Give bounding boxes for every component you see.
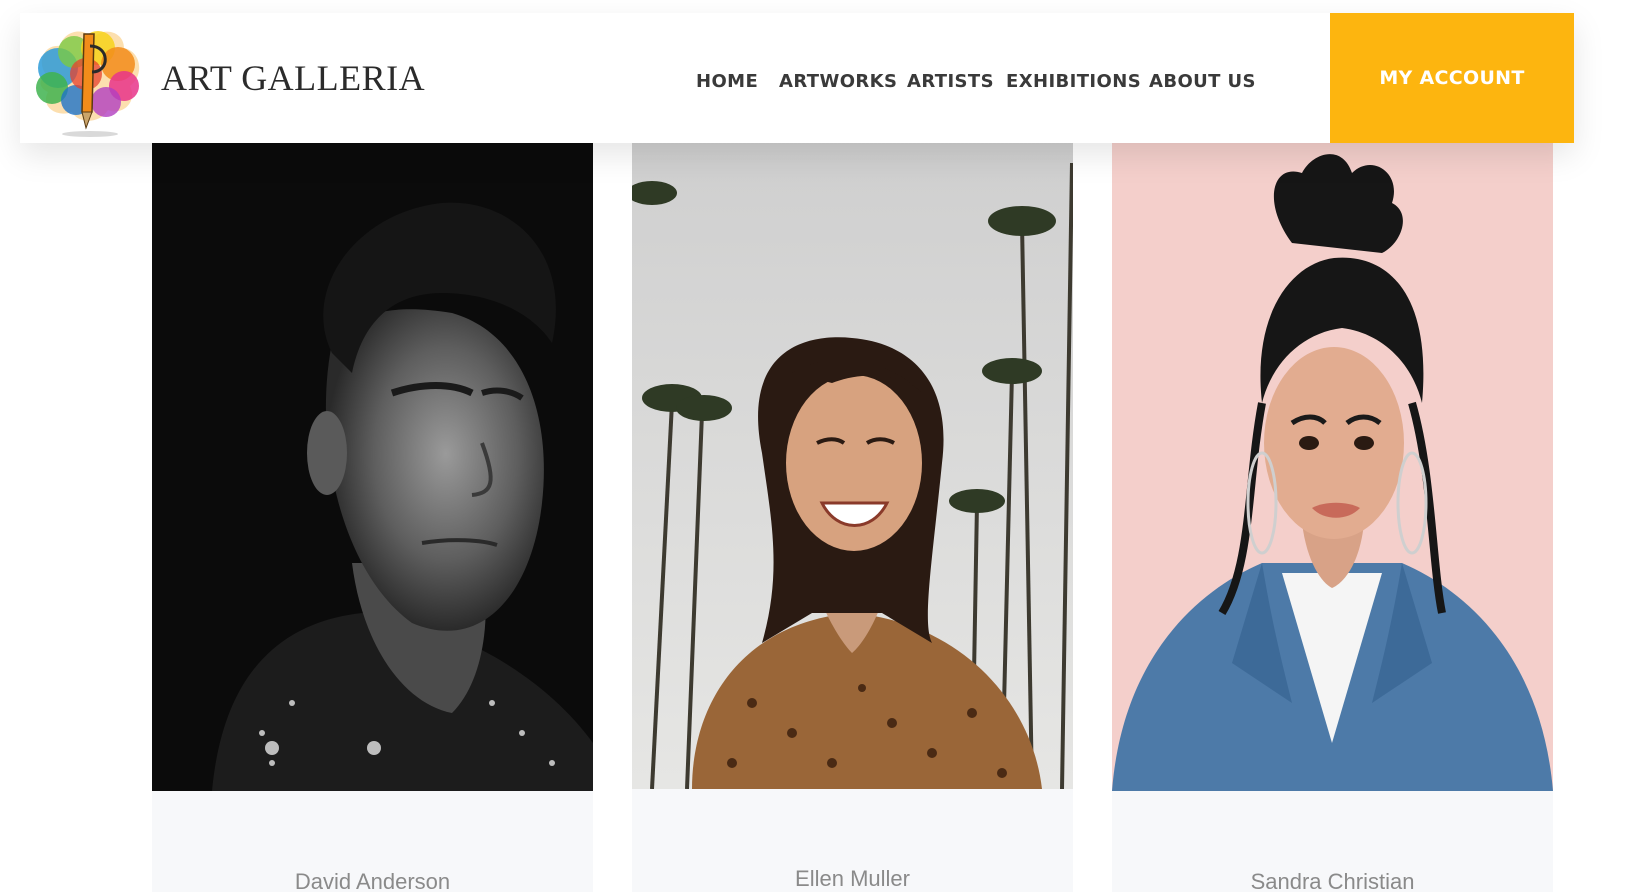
artist-card[interactable]: Ellen Muller: [632, 143, 1073, 892]
artist-name[interactable]: Sandra Christian: [1112, 869, 1553, 892]
paint-splash-logo-icon: [36, 31, 140, 137]
artist-card[interactable]: David Anderson: [152, 143, 593, 892]
artist-name[interactable]: David Anderson: [152, 869, 593, 892]
nav-item-about-us[interactable]: ABOUT US: [1149, 71, 1256, 92]
artist-photo[interactable]: [1112, 143, 1553, 791]
my-account-button[interactable]: MY ACCOUNT: [1330, 13, 1574, 143]
portrait-image: [152, 143, 593, 791]
artist-photo[interactable]: [152, 143, 593, 791]
brand-name: ART GALLERIA: [161, 58, 426, 98]
site-header: ART GALLERIA HOME ARTWORKS ARTISTS EXHIB…: [20, 13, 1574, 143]
artist-photo[interactable]: [632, 143, 1073, 789]
artist-card[interactable]: Sandra Christian: [1112, 143, 1553, 892]
portrait-image: [1112, 143, 1553, 791]
nav-item-artworks[interactable]: ARTWORKS: [779, 71, 897, 92]
nav-item-home[interactable]: HOME: [696, 71, 758, 92]
portrait-image: [632, 143, 1073, 789]
nav-item-exhibitions[interactable]: EXHIBITIONS: [1006, 71, 1141, 92]
nav-item-artists[interactable]: ARTISTS: [907, 71, 994, 92]
artist-name[interactable]: Ellen Muller: [632, 866, 1073, 892]
